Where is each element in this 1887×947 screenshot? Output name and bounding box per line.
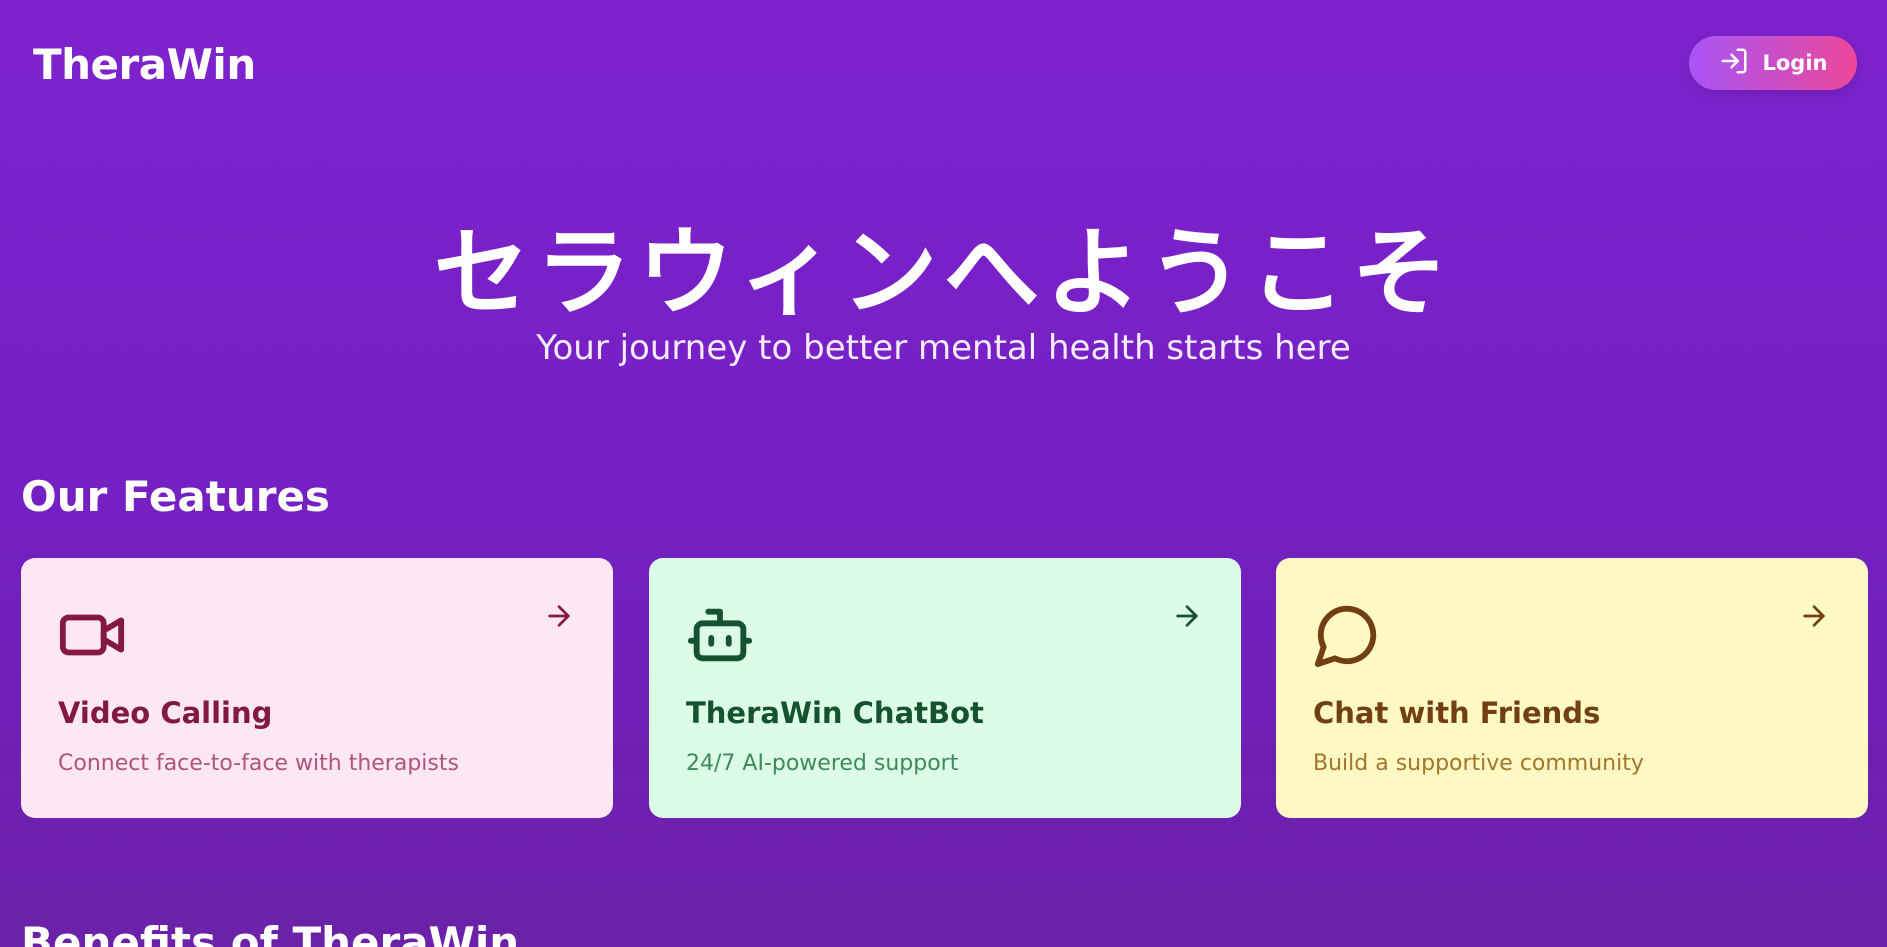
bot-icon: [685, 600, 755, 670]
hero-subtitle: Your journey to better mental health sta…: [536, 328, 1351, 368]
feature-card-title: Video Calling: [58, 696, 273, 730]
hero-title: セラウィンへようこそ: [433, 217, 1454, 329]
feature-card-title: Chat with Friends: [1313, 696, 1601, 730]
feature-card-chat-with-friends[interactable]: Chat with Friends Build a supportive com…: [1276, 558, 1868, 818]
arrow-right-icon[interactable]: [1798, 600, 1830, 632]
feature-card-chatbot[interactable]: TheraWin ChatBot 24/7 AI-powered support: [649, 558, 1241, 818]
logo[interactable]: TheraWin: [33, 40, 256, 89]
features-section-title: Our Features: [21, 472, 330, 521]
benefits-section-title: Benefits of TheraWin: [21, 918, 520, 947]
arrow-right-icon[interactable]: [1171, 600, 1203, 632]
message-circle-icon: [1312, 600, 1382, 670]
feature-card-title: TheraWin ChatBot: [686, 696, 984, 730]
arrow-right-icon[interactable]: [543, 600, 575, 632]
feature-card-description: Connect face-to-face with therapists: [58, 751, 459, 776]
login-label: Login: [1762, 51, 1828, 75]
feature-card-video-calling[interactable]: Video Calling Connect face-to-face with …: [21, 558, 613, 818]
feature-card-description: 24/7 AI-powered support: [686, 751, 959, 776]
login-button[interactable]: Login: [1689, 36, 1857, 90]
video-icon: [57, 600, 127, 670]
feature-card-description: Build a supportive community: [1313, 751, 1644, 776]
login-icon: [1719, 46, 1749, 81]
site-header: TheraWin Login: [0, 0, 1887, 130]
